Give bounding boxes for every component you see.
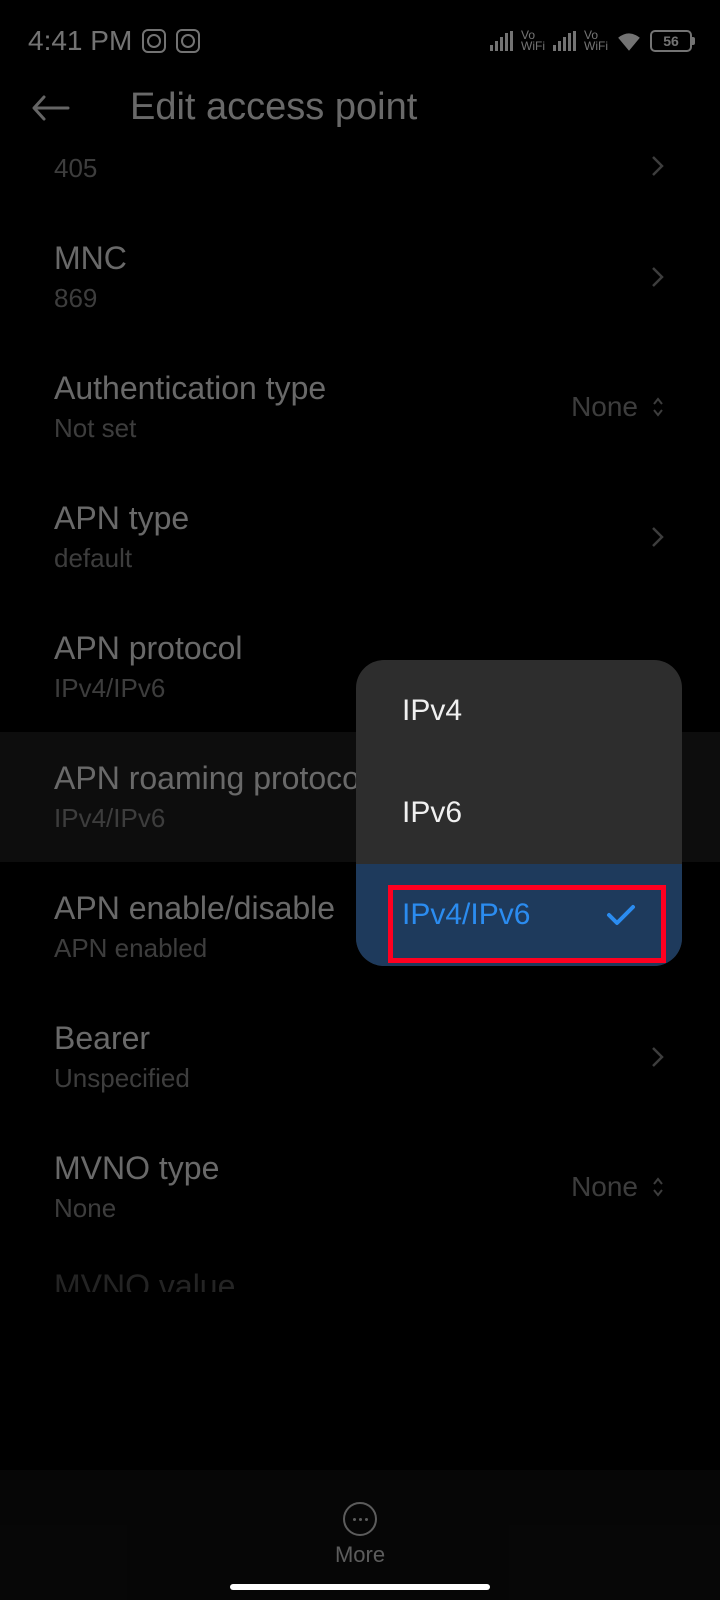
setting-right-value: None <box>571 1171 638 1203</box>
setting-label: MVNO type <box>54 1150 219 1187</box>
chevron-right-icon <box>650 265 666 289</box>
row-auth-type[interactable]: Authentication type Not set None <box>0 342 720 472</box>
row-apn-type[interactable]: APN type default <box>0 472 720 602</box>
row-bearer[interactable]: Bearer Unspecified <box>0 992 720 1122</box>
bottom-bar: More <box>0 1470 720 1600</box>
setting-value: None <box>54 1193 219 1224</box>
more-icon[interactable] <box>343 1502 377 1536</box>
setting-label: Authentication type <box>54 370 326 407</box>
setting-value: 869 <box>54 283 127 314</box>
row-mcc[interactable]: 405 <box>0 147 720 212</box>
wifi-icon <box>616 31 642 51</box>
status-time: 4:41 PM <box>28 25 132 57</box>
setting-value: Unspecified <box>54 1063 190 1094</box>
setting-label: APN roaming protocol <box>54 760 367 797</box>
updown-icon <box>650 1175 666 1199</box>
signal-icon <box>490 31 513 51</box>
row-mvno-type[interactable]: MVNO type None None <box>0 1122 720 1252</box>
instagram-icon <box>176 29 200 53</box>
vowifi-label: VoWiFi <box>584 30 608 52</box>
updown-icon <box>650 395 666 419</box>
option-label: IPv4 <box>402 694 462 728</box>
home-indicator[interactable] <box>230 1584 490 1590</box>
back-icon[interactable] <box>30 93 70 123</box>
setting-value: default <box>54 543 189 574</box>
setting-label: MNC <box>54 240 127 277</box>
annotation-highlight <box>388 885 666 963</box>
chevron-right-icon <box>650 525 666 549</box>
setting-label: Bearer <box>54 1020 190 1057</box>
setting-right-value: None <box>571 391 638 423</box>
setting-value: IPv4/IPv6 <box>54 803 367 834</box>
setting-value: IPv4/IPv6 <box>54 673 243 704</box>
dropdown-option-ipv4[interactable]: IPv4 <box>356 660 682 762</box>
signal-icon <box>553 31 576 51</box>
chevron-right-icon <box>650 1045 666 1069</box>
setting-label: APN type <box>54 500 189 537</box>
setting-value: Not set <box>54 413 326 444</box>
option-label: IPv6 <box>402 796 462 830</box>
setting-value: APN enabled <box>54 933 335 964</box>
battery-icon: 56 <box>650 30 692 52</box>
setting-label: APN enable/disable <box>54 890 335 927</box>
setting-label: MVNO value <box>54 1268 235 1293</box>
chevron-right-icon <box>650 154 666 178</box>
instagram-icon <box>142 29 166 53</box>
row-mnc[interactable]: MNC 869 <box>0 212 720 342</box>
vowifi-label: VoWiFi <box>521 30 545 52</box>
row-mvno-value[interactable]: MVNO value <box>0 1252 720 1292</box>
header: Edit access point <box>0 68 720 147</box>
setting-value: 405 <box>54 153 97 184</box>
status-bar: 4:41 PM VoWiFi VoWiFi 56 <box>0 0 720 68</box>
page-title: Edit access point <box>130 86 417 129</box>
setting-label: APN protocol <box>54 630 243 667</box>
more-label: More <box>335 1542 385 1568</box>
dropdown-option-ipv6[interactable]: IPv6 <box>356 762 682 864</box>
